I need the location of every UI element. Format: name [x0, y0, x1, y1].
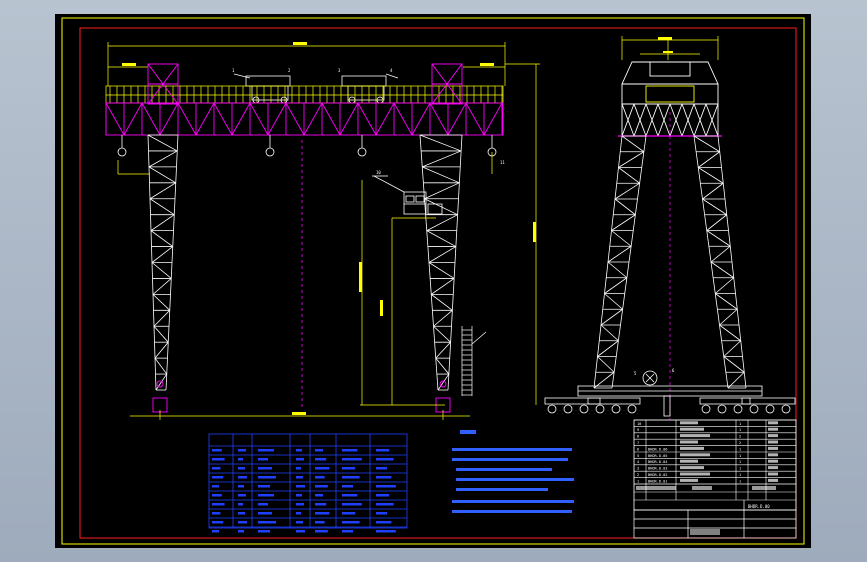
- svg-text:5: 5: [637, 454, 639, 458]
- side-top-dimensions: [621, 36, 719, 60]
- svg-text:1: 1: [739, 479, 741, 483]
- svg-text:1: 1: [739, 467, 741, 471]
- callout-5: 5: [634, 371, 637, 376]
- hook-group: [117, 135, 497, 157]
- front-elevation-view: 1 2 3 4 5 6 10 11: [105, 42, 675, 420]
- svg-text:3: 3: [637, 467, 639, 471]
- callout-2: 2: [288, 68, 291, 73]
- callout-10: 10: [376, 170, 381, 175]
- callout-11: 11: [500, 160, 505, 165]
- svg-text:2: 2: [739, 435, 741, 439]
- callout-3: 3: [338, 68, 341, 73]
- svg-text:9: 9: [637, 428, 639, 432]
- title-block: BHDR.D.00: [633, 500, 797, 539]
- callout-4: 4: [390, 68, 393, 73]
- svg-text:8: 8: [637, 435, 639, 439]
- operator-cab: [372, 175, 443, 215]
- svg-text:1: 1: [637, 479, 639, 483]
- svg-text:BHDR.D.05: BHDR.D.05: [648, 454, 667, 458]
- right-leg-lattice: [419, 134, 463, 391]
- technical-parameters-table: [208, 433, 408, 533]
- technical-notes: [452, 430, 574, 513]
- svg-text:BHDR.D.03: BHDR.D.03: [648, 467, 667, 471]
- parts-list-table: 10 1 9 1 8 2 7 2 6 BHDR.D.06 1 5 BHDR.D.05 1 4 BHDR.D.0…: [633, 419, 797, 511]
- svg-text:1: 1: [739, 447, 741, 451]
- svg-text:10: 10: [637, 422, 641, 426]
- leg-head-left: [147, 63, 179, 105]
- side-elevation-view: [544, 36, 796, 420]
- svg-text:2: 2: [739, 441, 741, 445]
- access-ladder: [461, 326, 487, 396]
- trolley-left: [233, 73, 291, 104]
- main-girder-truss: [105, 102, 504, 136]
- svg-text:6: 6: [637, 447, 639, 451]
- trolley-right: [341, 73, 399, 104]
- svg-text:BHDR.D.04: BHDR.D.04: [648, 460, 667, 464]
- drawing-code: BHDR.D.00: [748, 504, 770, 509]
- drawing-sheet: 1 2 3 4 5 6 10 11 10 1 9 1 8 2 7 2 6 BHD…: [55, 14, 811, 548]
- svg-text:1: 1: [739, 460, 741, 464]
- svg-text:7: 7: [637, 441, 639, 445]
- svg-text:2: 2: [637, 473, 639, 477]
- cad-viewport: 1 2 3 4 5 6 10 11 10 1 9 1 8 2 7 2 6 BHD…: [0, 0, 867, 562]
- cad-drawing-canvas[interactable]: 1 2 3 4 5 6 10 11 10 19 18 27 26 BHDR.D.…: [55, 14, 811, 548]
- left-leg-lattice: [147, 134, 179, 391]
- callout-6: 6: [672, 368, 675, 373]
- svg-text:BHDR.D.01: BHDR.D.01: [648, 479, 667, 483]
- svg-text:BHDR.D.06: BHDR.D.06: [648, 447, 667, 451]
- svg-text:1: 1: [739, 473, 741, 477]
- svg-text:1: 1: [739, 454, 741, 458]
- svg-text:4: 4: [637, 460, 639, 464]
- rail-span-dimension: [130, 410, 470, 420]
- svg-text:1: 1: [739, 428, 741, 432]
- leg-bases: [152, 380, 451, 413]
- part-callouts: 1 2 3 4 5 6 10 11: [232, 68, 675, 376]
- leg-head-right: [431, 63, 463, 105]
- svg-text:1: 1: [739, 422, 741, 426]
- svg-text:BHDR.D.02: BHDR.D.02: [648, 473, 667, 477]
- callout-1: 1: [232, 68, 235, 73]
